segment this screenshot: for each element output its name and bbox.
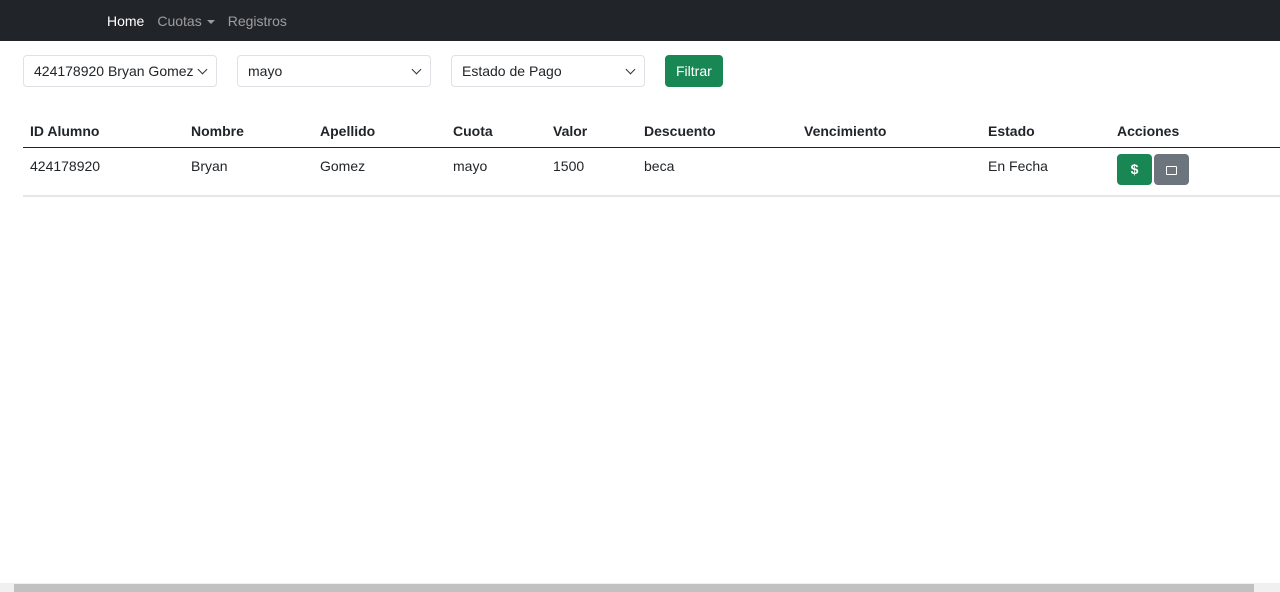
receipt-icon [1166, 165, 1177, 175]
cell-nombre: Bryan [184, 147, 313, 197]
filter-bar: 424178920 Bryan Gomez mayo Estado de Pag… [23, 55, 723, 87]
pay-button[interactable]: $ [1117, 154, 1152, 185]
nav-cuotas-label: Cuotas [157, 12, 202, 29]
cell-estado: En Fecha [981, 147, 1110, 197]
receipt-button[interactable] [1154, 154, 1189, 185]
header-vencimiento: Vencimiento [797, 115, 981, 148]
nav-cuotas-dropdown[interactable]: Cuotas [157, 12, 215, 29]
cell-valor: 1500 [546, 147, 637, 197]
dollar-icon: $ [1130, 161, 1139, 177]
header-acciones: Acciones [1110, 115, 1280, 148]
student-select[interactable]: 424178920 Bryan Gomez [23, 55, 217, 87]
filter-button[interactable]: Filtrar [665, 55, 723, 87]
month-select[interactable]: mayo [237, 55, 431, 87]
cell-descuento: beca [637, 147, 797, 197]
cell-id: 424178920 [23, 147, 184, 197]
payment-status-select-value: Estado de Pago [462, 63, 562, 79]
header-nombre: Nombre [184, 115, 313, 148]
nav-home[interactable]: Home [107, 13, 144, 29]
header-apellido: Apellido [313, 115, 446, 148]
cell-apellido: Gomez [313, 147, 446, 197]
cuotas-table: ID Alumno Nombre Apellido Cuota Valor De… [23, 115, 1280, 197]
payment-status-select[interactable]: Estado de Pago [451, 55, 645, 87]
navbar: Home Cuotas Registros [0, 0, 1280, 41]
chevron-down-icon [197, 64, 208, 74]
month-select-value: mayo [248, 63, 283, 79]
cell-vencimiento [797, 147, 981, 197]
cell-cuota: mayo [446, 147, 546, 197]
header-estado: Estado [981, 115, 1110, 148]
chevron-down-icon [625, 64, 636, 74]
cell-acciones: $ [1110, 147, 1280, 197]
header-cuota: Cuota [446, 115, 546, 148]
header-id: ID Alumno [23, 115, 184, 148]
caret-down-icon [206, 19, 215, 24]
header-descuento: Descuento [637, 115, 797, 148]
nav-registros[interactable]: Registros [228, 13, 287, 29]
chevron-down-icon [411, 64, 422, 74]
scrollbar-thumb[interactable] [14, 584, 1254, 592]
header-valor: Valor [546, 115, 637, 148]
student-select-value: 424178920 Bryan Gomez [34, 63, 194, 79]
table-header-row: ID Alumno Nombre Apellido Cuota Valor De… [23, 115, 1280, 148]
table-row: 424178920 Bryan Gomez mayo 1500 beca En … [23, 147, 1280, 197]
horizontal-scrollbar[interactable] [0, 583, 1280, 592]
